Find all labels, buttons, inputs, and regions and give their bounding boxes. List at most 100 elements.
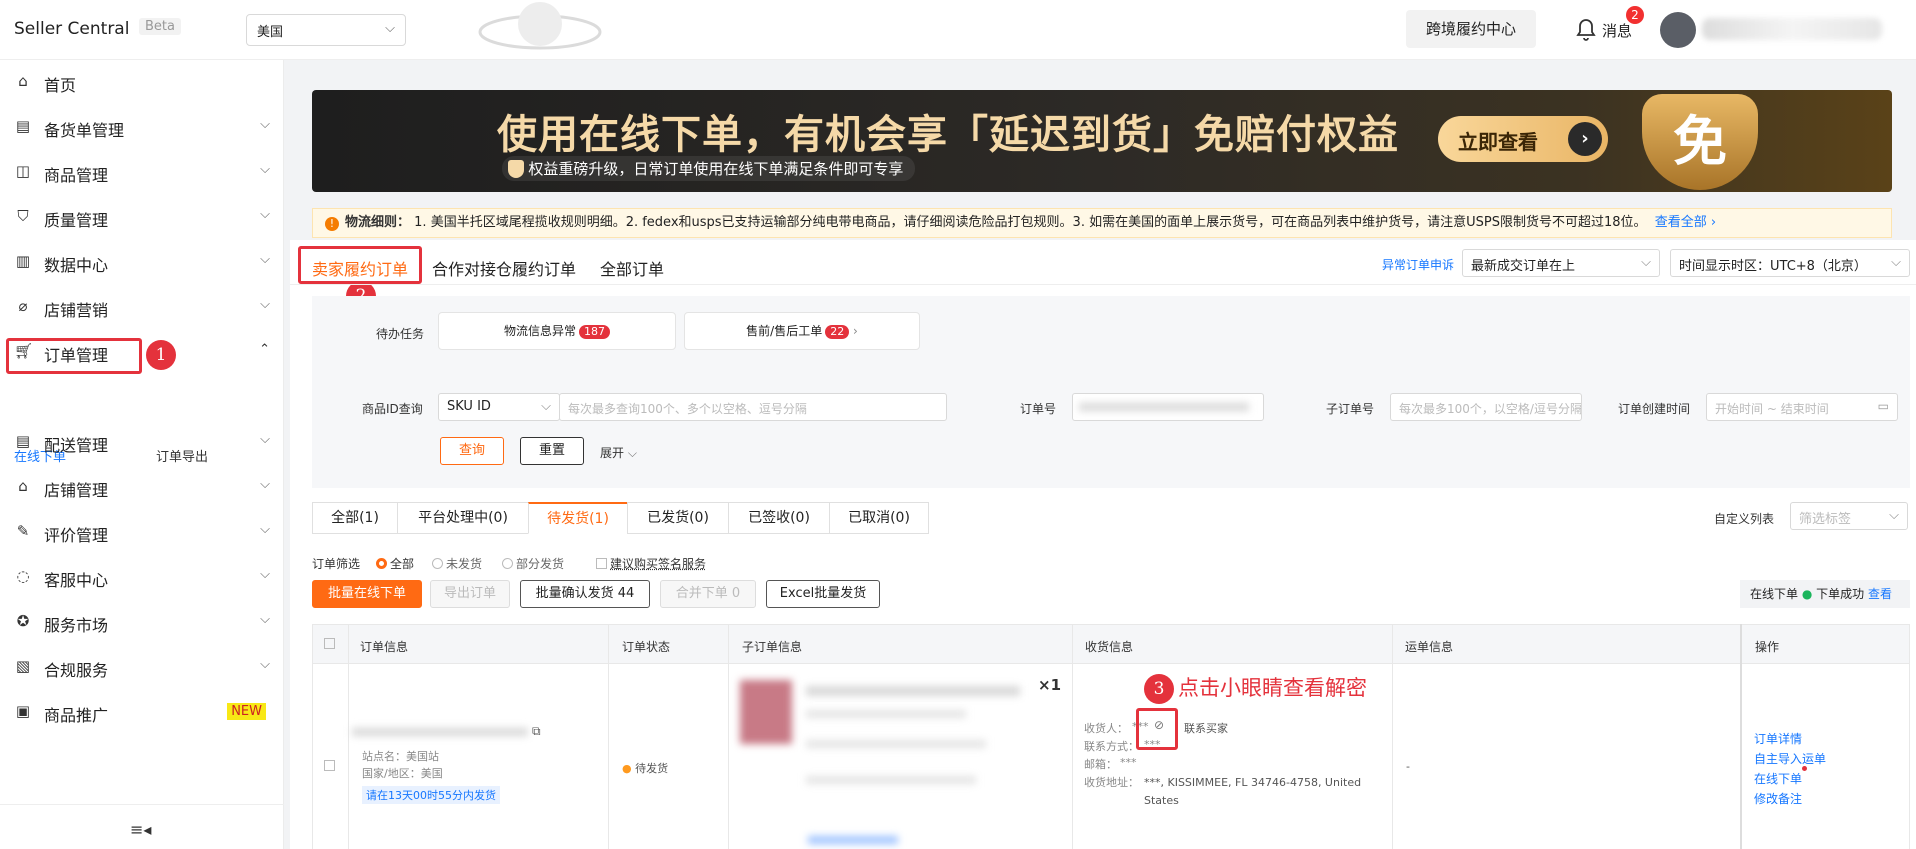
chart-icon: ▥ <box>15 252 31 270</box>
account-name-blurred[interactable] <box>1702 18 1882 40</box>
address-label: 收货地址： <box>1084 776 1139 789</box>
date-range-picker[interactable]: 开始时间 ~ 结束时间 ▭ <box>1706 393 1898 421</box>
status-tab-cancelled[interactable]: 已取消(0) <box>829 502 929 534</box>
export-orders-button[interactable]: 导出订单 <box>430 580 510 608</box>
create-time-label: 订单创建时间 <box>1618 402 1691 416</box>
checkbox-label: 建议购买签名服务 <box>610 557 707 571</box>
sidebar-item-quality[interactable]: ⛉ 质量管理 ⌵ <box>0 195 284 239</box>
excel-bulk-ship-button[interactable]: Excel批量发货 <box>766 580 880 608</box>
region-select[interactable]: 美国 ⌵ <box>246 14 406 46</box>
status-tab-received[interactable]: 已签收(0) <box>728 502 830 534</box>
sidebar-item-promotion[interactable]: ▣ 商品推广 NEW <box>0 690 284 734</box>
chevron-down-icon: ⌵ <box>627 446 637 460</box>
bell-icon[interactable] <box>1574 16 1598 42</box>
status-tab-to-ship[interactable]: 待发货(1) <box>528 502 628 534</box>
merge-order-button[interactable]: 合并下单 0 <box>660 580 756 608</box>
view-link[interactable]: 查看 <box>1868 587 1892 601</box>
document-icon: ▧ <box>15 657 31 675</box>
sidebar-item-label: 数据中心 <box>44 256 109 275</box>
sidebar-item-delivery[interactable]: ▤ 配送管理 ⌵ <box>0 420 284 464</box>
status-tab-processing[interactable]: 平台处理中(0) <box>397 502 529 534</box>
sub-order-input[interactable]: 每次最多100个，以空格/逗号分隔 <box>1390 393 1582 421</box>
order-number-input[interactable] <box>1072 393 1264 421</box>
shield-check-icon: ⛉ <box>17 207 29 225</box>
radio-unshipped[interactable]: 未发货 <box>432 555 482 572</box>
order-status-text: 待发货 <box>635 762 669 775</box>
new-tag: NEW <box>227 703 266 720</box>
sku-search-input[interactable]: 每次最多查询100个、多个以空格、逗号分隔 <box>559 393 947 421</box>
sidebar-item-marketing[interactable]: ⌀ 店铺营销 ⌵ <box>0 285 284 329</box>
expand-toggle[interactable]: 展开 ⌵ <box>600 444 637 461</box>
product-sku-blurred <box>806 740 986 748</box>
reset-button[interactable]: 重置 <box>520 437 584 465</box>
sidebar-item-reviews[interactable]: ✎ 评价管理 ⌵ <box>0 510 284 554</box>
contact-buyer-link[interactable]: 联系买家 <box>1184 720 1228 736</box>
radio-unselected <box>432 558 443 569</box>
chevron-right-icon: › <box>1706 215 1717 230</box>
sku-type-select[interactable]: SKU ID ⌵ <box>438 393 560 421</box>
brand-title: Seller Central <box>14 19 130 39</box>
bulk-confirm-ship-button[interactable]: 批量确认发货 44 <box>520 580 650 608</box>
radio-partial[interactable]: 部分发货 <box>502 555 564 572</box>
chevron-down-icon: ⌵ <box>260 297 270 312</box>
globe-decoration-icon <box>478 2 602 50</box>
tab-all-orders[interactable]: 全部订单 <box>600 256 664 280</box>
sort-select[interactable]: 最新成交订单在上 ⌵ <box>1462 249 1660 277</box>
messages-label[interactable]: 消息 <box>1602 20 1632 41</box>
cross-border-fulfillment-button[interactable]: 跨境履约中心 <box>1406 10 1536 48</box>
checkbox <box>596 558 607 569</box>
signature-service-checkbox[interactable]: 建议购买签名服务 <box>596 555 706 572</box>
avatar[interactable] <box>1660 12 1696 48</box>
sidebar-item-customer-service[interactable]: ◌ 客服中心 ⌵ <box>0 555 284 599</box>
status-tab-shipped[interactable]: 已发货(0) <box>627 502 729 534</box>
sidebar-item-stock-orders[interactable]: ▤ 备货单管理 ⌵ <box>0 105 284 149</box>
tab-partner-warehouse[interactable]: 合作对接仓履约订单 <box>432 256 576 280</box>
select-all-checkbox[interactable] <box>324 638 335 649</box>
sidebar-item-compliance[interactable]: ▧ 合规服务 ⌵ <box>0 645 284 689</box>
sidebar-item-service-market[interactable]: ✪ 服务市场 ⌵ <box>0 600 284 644</box>
collapse-sidebar-icon[interactable]: ≡◂ <box>130 820 151 839</box>
banner-headline: 使用在线下单，有机会享「延迟到货」免赔付权益 <box>497 112 1399 158</box>
sort-value: 最新成交订单在上 <box>1471 259 1576 274</box>
notice-view-all-link[interactable]: 查看全部 <box>1655 215 1707 230</box>
radio-label: 全部 <box>390 557 415 571</box>
sidebar-item-store[interactable]: ⌂ 店铺管理 ⌵ <box>0 465 284 509</box>
row-checkbox[interactable] <box>324 760 335 771</box>
bulk-online-order-button[interactable]: 批量在线下单 <box>312 580 422 608</box>
product-spec-blurred <box>806 710 966 718</box>
chevron-down-icon: ⌵ <box>260 657 270 672</box>
query-button[interactable]: 查询 <box>440 437 504 465</box>
sidebar-item-products[interactable]: ◫ 商品管理 ⌵ <box>0 150 284 194</box>
star-icon: ✪ <box>16 612 30 630</box>
annotation-box-orders <box>6 338 142 374</box>
abnormal-order-appeal-link[interactable]: 异常订单申诉 <box>1382 256 1454 273</box>
status-tab-all[interactable]: 全部(1) <box>312 502 398 534</box>
copy-icon[interactable]: ⧉ <box>532 724 541 739</box>
logistics-abnormal-card[interactable]: 物流信息异常 187 <box>438 312 676 350</box>
edit-note-link[interactable]: 修改备注 <box>1754 790 1802 807</box>
warning-icon: ! <box>325 217 339 231</box>
work-order-card[interactable]: 售前/售后工单 22 › <box>684 312 920 350</box>
sidebar-item-data-center[interactable]: ▥ 数据中心 ⌵ <box>0 240 284 284</box>
address-value: ***, KISSIMMEE, FL 34746-4758, United St… <box>1144 776 1362 807</box>
banner-view-button[interactable]: 立即查看 › <box>1438 116 1608 162</box>
calendar-icon: ▭ <box>1877 399 1889 413</box>
order-detail-link[interactable]: 订单详情 <box>1754 730 1802 747</box>
chevron-right-icon: › <box>849 324 858 338</box>
timezone-select[interactable]: 时间显示时区：UTC+8（北京） ⌵ <box>1670 249 1910 277</box>
custom-list-link[interactable]: 自定义列表 <box>1714 510 1774 527</box>
sidebar-item-home[interactable]: ⌂ 首页 <box>0 60 284 104</box>
tag-filter-select[interactable]: 筛选标签 ⌵ <box>1790 502 1908 530</box>
notice-text: 1. 美国半托区域尾程揽收规则明细。2. fedex和usps已支持运输部分纯电… <box>414 215 1647 230</box>
expand-label: 展开 <box>600 446 625 460</box>
tab-divider <box>290 284 1916 285</box>
online-order-link[interactable]: 在线下单 <box>1754 770 1802 787</box>
card-label: 物流信息异常 <box>503 324 576 338</box>
column-divider <box>608 624 609 849</box>
phone-label: 联系方式： <box>1084 740 1139 753</box>
radio-all[interactable]: 全部 <box>376 555 414 572</box>
status-dot-icon: ● <box>622 762 632 775</box>
radio-selected <box>376 558 387 569</box>
import-waybill-link[interactable]: 自主导入运单 <box>1754 750 1826 767</box>
promo-banner[interactable]: 使用在线下单，有机会享「延迟到货」免赔付权益 权益重磅升级，日常订单使用在线下单… <box>312 90 1892 192</box>
